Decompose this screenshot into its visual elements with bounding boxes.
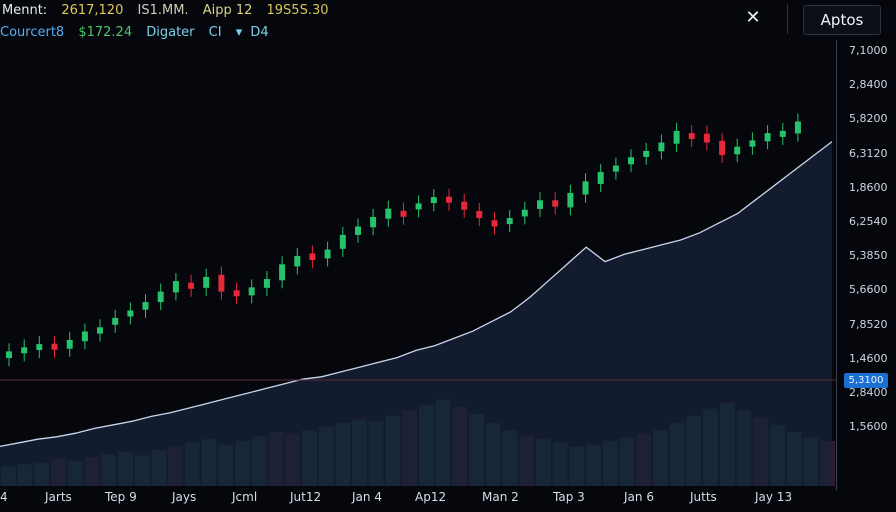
time-axis-label: Jays xyxy=(172,490,197,504)
candle-body xyxy=(703,133,710,143)
candle-body xyxy=(21,347,28,354)
price-axis-label: 6,3120 xyxy=(849,146,888,160)
candle-body xyxy=(597,171,604,184)
candle-body xyxy=(339,234,346,249)
price-chart[interactable] xyxy=(0,40,836,486)
candle-body xyxy=(794,121,801,134)
toolbar-divider xyxy=(787,4,788,34)
chevron-down-icon[interactable]: ▾ xyxy=(236,25,243,40)
indicator-ci[interactable]: CI xyxy=(209,25,222,40)
candle-body xyxy=(506,218,513,225)
candle-body xyxy=(36,344,43,351)
candle-body xyxy=(172,281,179,293)
ticker-symbol: IS1.MM. xyxy=(137,3,189,18)
price-axis-label: 7,1000 xyxy=(849,44,888,57)
candle-body xyxy=(628,157,634,165)
ticker-volume: 19S5S.30 xyxy=(266,3,329,18)
time-axis-label: Jutts xyxy=(690,490,717,504)
indicator-price: $172.24 xyxy=(78,25,133,40)
price-axis-label: 6,2540 xyxy=(849,215,888,228)
time-axis-label: Jut12 xyxy=(290,490,322,504)
candle-body xyxy=(51,343,58,350)
candle-body xyxy=(66,339,73,349)
candle-body xyxy=(233,290,240,297)
aptos-button[interactable]: Aptos xyxy=(803,5,881,35)
candle-body xyxy=(248,287,255,296)
price-axis-label: 2,8400 xyxy=(849,78,888,92)
candle-body xyxy=(309,253,316,261)
ticker-label: Mennt: xyxy=(2,3,48,18)
candle-body xyxy=(779,130,786,137)
candle-body xyxy=(415,203,422,210)
candle-body xyxy=(658,142,665,152)
price-axis-label: 5,3850 xyxy=(849,249,888,263)
area-fill xyxy=(0,141,832,486)
time-axis-label: Tap 3 xyxy=(553,490,585,504)
time-axis-label: Jarts xyxy=(45,490,72,504)
indicator-name[interactable]: Courcert8 xyxy=(0,25,64,40)
price-axis[interactable]: 7,1000 2,8400 5,8200 6,3120 1,8600 6,2540 5,38… xyxy=(836,40,896,490)
ticker-value: 2617,120 xyxy=(61,3,124,18)
candle-body xyxy=(142,302,149,310)
price-axis-label: 5,6600 xyxy=(849,283,888,297)
candle-body xyxy=(567,192,574,208)
candle-body xyxy=(582,181,589,195)
price-axis-label: 1,8600 xyxy=(849,180,888,194)
time-axis-label: Jan 4 xyxy=(352,490,382,504)
candle-body xyxy=(81,331,88,342)
candle-body xyxy=(643,150,650,157)
candle-body xyxy=(491,220,498,227)
price-axis-label: 1,5600 xyxy=(849,420,888,434)
price-axis-label: 5,8200 xyxy=(849,112,888,126)
candle-body xyxy=(537,200,543,209)
candle-body xyxy=(127,310,134,317)
price-axis-label: 1,4600 xyxy=(849,351,888,365)
candle-body xyxy=(673,130,680,144)
candle-body xyxy=(188,282,195,289)
candle-body xyxy=(157,291,164,303)
candle-body xyxy=(203,276,210,288)
candle-body xyxy=(688,133,695,140)
trading-chart-window: Mennt: 2617,120 IS1.MM. Aipp 12 19S5S.30… xyxy=(0,0,896,512)
time-axis-label: Man 2 xyxy=(482,490,519,504)
candle-body xyxy=(764,133,771,142)
candle-body xyxy=(552,200,559,207)
candle-body xyxy=(97,327,103,334)
candle-body xyxy=(279,264,286,281)
candle-body xyxy=(400,210,407,217)
close-icon[interactable]: ✕ xyxy=(740,6,766,30)
time-axis-label: Jan 6 xyxy=(624,490,654,504)
candle-body xyxy=(461,201,468,210)
candle-body xyxy=(112,317,119,325)
indicator-info-line: Courcert8 $172.24 Digater CI ▾ D4 xyxy=(0,25,279,40)
time-axis-label: Jay 13 xyxy=(755,490,793,504)
candle-body xyxy=(612,165,619,172)
time-axis-label: Jcml xyxy=(232,490,258,504)
candle-body xyxy=(370,217,377,228)
candle-body xyxy=(385,208,392,219)
price-axis-label: 7,8520 xyxy=(849,317,888,331)
candle-body xyxy=(734,146,741,155)
time-axis-label: Ap12 xyxy=(415,490,447,504)
candle-body xyxy=(446,196,452,203)
candle-body xyxy=(324,249,331,259)
candle-body xyxy=(476,211,483,219)
candle-body xyxy=(355,226,361,235)
ticker-info-line: Mennt: 2617,120 IS1.MM. Aipp 12 19S5S.30 xyxy=(2,3,339,18)
candle-body xyxy=(749,140,756,147)
candle-body xyxy=(6,351,12,359)
time-axis-label: 4 xyxy=(0,490,8,504)
time-axis[interactable]: 4 Jarts Tep 9 Jays Jcml Jut12 Jan 4 Ap12 Man 2 Ta… xyxy=(0,486,836,512)
candle-body xyxy=(263,279,270,288)
time-axis-label: Tep 9 xyxy=(105,490,137,504)
ticker-date: Aipp 12 xyxy=(202,3,253,18)
indicator-type[interactable]: Digater xyxy=(146,25,194,40)
candle-body xyxy=(521,209,528,217)
candle-body xyxy=(719,140,726,156)
current-price-tag: 5,3100 xyxy=(844,373,888,388)
candle-body xyxy=(430,197,437,204)
candle-body xyxy=(294,255,301,267)
indicator-period[interactable]: D4 xyxy=(250,25,268,40)
candle-body xyxy=(218,274,225,292)
